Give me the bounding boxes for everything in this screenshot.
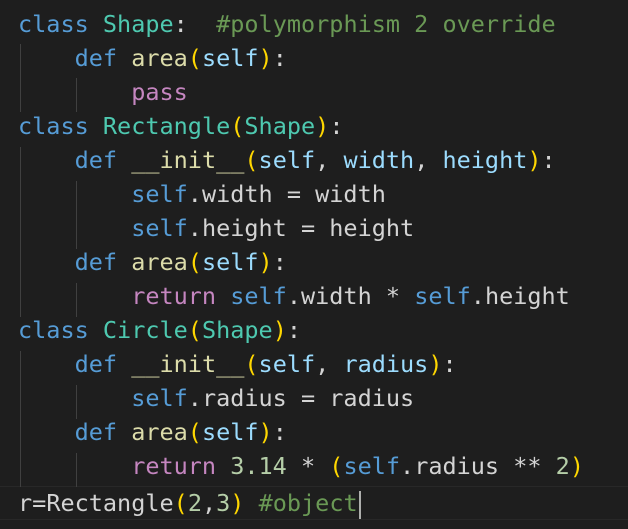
variable: width bbox=[315, 180, 386, 208]
self-keyword: self bbox=[343, 452, 401, 480]
keyword: def bbox=[74, 44, 118, 72]
parameter: radius bbox=[343, 350, 429, 378]
class-name: Shape bbox=[201, 316, 273, 344]
code-line[interactable]: def __init__(self, width, height): bbox=[18, 143, 556, 177]
parameter: self bbox=[201, 248, 259, 276]
text-cursor bbox=[358, 490, 361, 519]
attribute: height bbox=[201, 214, 287, 242]
keyword: def bbox=[74, 248, 118, 276]
code-line[interactable]: pass bbox=[18, 75, 188, 109]
code-line[interactable]: self.radius = radius bbox=[18, 381, 414, 415]
keyword: class bbox=[18, 112, 89, 140]
function-name: __init__ bbox=[131, 350, 245, 378]
class-name: Circle bbox=[102, 316, 188, 344]
code-line[interactable]: class Shape: #polymorphism 2 override bbox=[18, 7, 556, 41]
keyword: class bbox=[18, 10, 89, 38]
variable: r bbox=[18, 489, 33, 517]
class-name: Rectangle bbox=[102, 112, 231, 140]
code-line[interactable]: def area(self): bbox=[18, 245, 287, 279]
number: 2 bbox=[187, 489, 202, 517]
attribute: height bbox=[484, 282, 570, 310]
attribute: radius bbox=[414, 452, 500, 480]
code-line[interactable]: def area(self): bbox=[18, 415, 287, 449]
variable: height bbox=[329, 214, 415, 242]
class-name: Shape bbox=[102, 10, 174, 38]
function-name: area bbox=[131, 44, 188, 72]
code-line[interactable]: self.height = height bbox=[18, 211, 414, 245]
parameter: self bbox=[258, 146, 316, 174]
keyword: def bbox=[74, 418, 118, 446]
code-line[interactable]: return 3.14 * (self.radius ** 2) bbox=[18, 449, 584, 483]
number: 3.14 bbox=[230, 452, 287, 480]
keyword: return bbox=[131, 282, 217, 310]
attribute: width bbox=[300, 282, 372, 310]
self-keyword: self bbox=[230, 282, 287, 310]
keyword: return bbox=[131, 452, 217, 480]
code-line[interactable]: def area(self): bbox=[18, 41, 287, 75]
code-line[interactable]: self.width = width bbox=[18, 177, 386, 211]
attribute: radius bbox=[201, 384, 287, 412]
number: 2 bbox=[555, 452, 570, 480]
keyword: pass bbox=[131, 78, 188, 106]
parameter: self bbox=[201, 44, 259, 72]
code-line[interactable]: class Circle(Shape): bbox=[18, 313, 301, 347]
keyword: class bbox=[18, 316, 89, 344]
class-name: Shape bbox=[244, 112, 316, 140]
variable: radius bbox=[329, 384, 415, 412]
comment: #polymorphism 2 override bbox=[216, 10, 556, 38]
code-line[interactable]: class Rectangle(Shape): bbox=[18, 109, 343, 143]
code-line[interactable]: def __init__(self, radius): bbox=[18, 347, 457, 381]
function-name: area bbox=[131, 418, 188, 446]
parameter: height bbox=[442, 146, 528, 174]
number: 3 bbox=[216, 489, 231, 517]
parameter: self bbox=[201, 418, 259, 446]
self-keyword: self bbox=[131, 384, 188, 412]
parameter: width bbox=[343, 146, 415, 174]
code-line[interactable]: return self.width * self.height bbox=[18, 279, 570, 313]
keyword: def bbox=[74, 146, 118, 174]
function-name: area bbox=[131, 248, 188, 276]
comment: #object bbox=[258, 489, 358, 517]
self-keyword: self bbox=[131, 180, 188, 208]
self-keyword: self bbox=[131, 214, 188, 242]
parameter: self bbox=[258, 350, 316, 378]
self-keyword: self bbox=[414, 282, 471, 310]
attribute: width bbox=[201, 180, 273, 208]
keyword: def bbox=[74, 350, 118, 378]
code-editor[interactable]: class Shape: #polymorphism 2 override de… bbox=[0, 0, 628, 529]
function-name: __init__ bbox=[131, 146, 245, 174]
code-line-active[interactable]: r=Rectangle(2,3) #object bbox=[18, 486, 361, 520]
call-name: Rectangle bbox=[46, 489, 174, 517]
